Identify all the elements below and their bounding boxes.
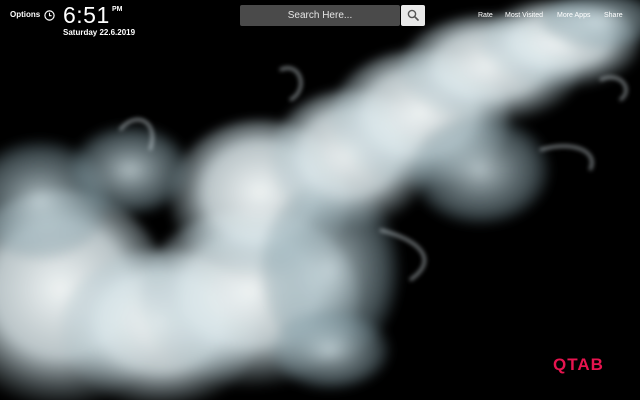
clock-ampm: PM bbox=[112, 6, 123, 13]
smoke-wallpaper bbox=[0, 0, 640, 400]
new-tab-page: Options 6:51 PM Saturday 22.6.2019 Searc… bbox=[0, 0, 640, 400]
top-bar: Options 6:51 PM Saturday 22.6.2019 Searc… bbox=[0, 0, 640, 44]
clock-time: 6:51 bbox=[63, 2, 110, 28]
nav-more-apps-link[interactable]: More Apps bbox=[557, 12, 590, 19]
search-icon bbox=[407, 9, 419, 21]
search-input[interactable]: Search Here... bbox=[240, 5, 400, 26]
nav-share-link[interactable]: Share bbox=[604, 12, 623, 19]
qtab-logo: QTAB bbox=[553, 355, 604, 374]
options-link[interactable]: Options bbox=[10, 10, 40, 19]
search-button[interactable] bbox=[401, 5, 425, 26]
clock-icon[interactable] bbox=[44, 8, 55, 21]
nav-most-visited-link[interactable]: Most Visited bbox=[505, 12, 543, 19]
clock-date: Saturday 22.6.2019 bbox=[63, 28, 136, 37]
nav-rate-link[interactable]: Rate bbox=[478, 12, 493, 19]
search-placeholder: Search Here... bbox=[287, 10, 353, 21]
